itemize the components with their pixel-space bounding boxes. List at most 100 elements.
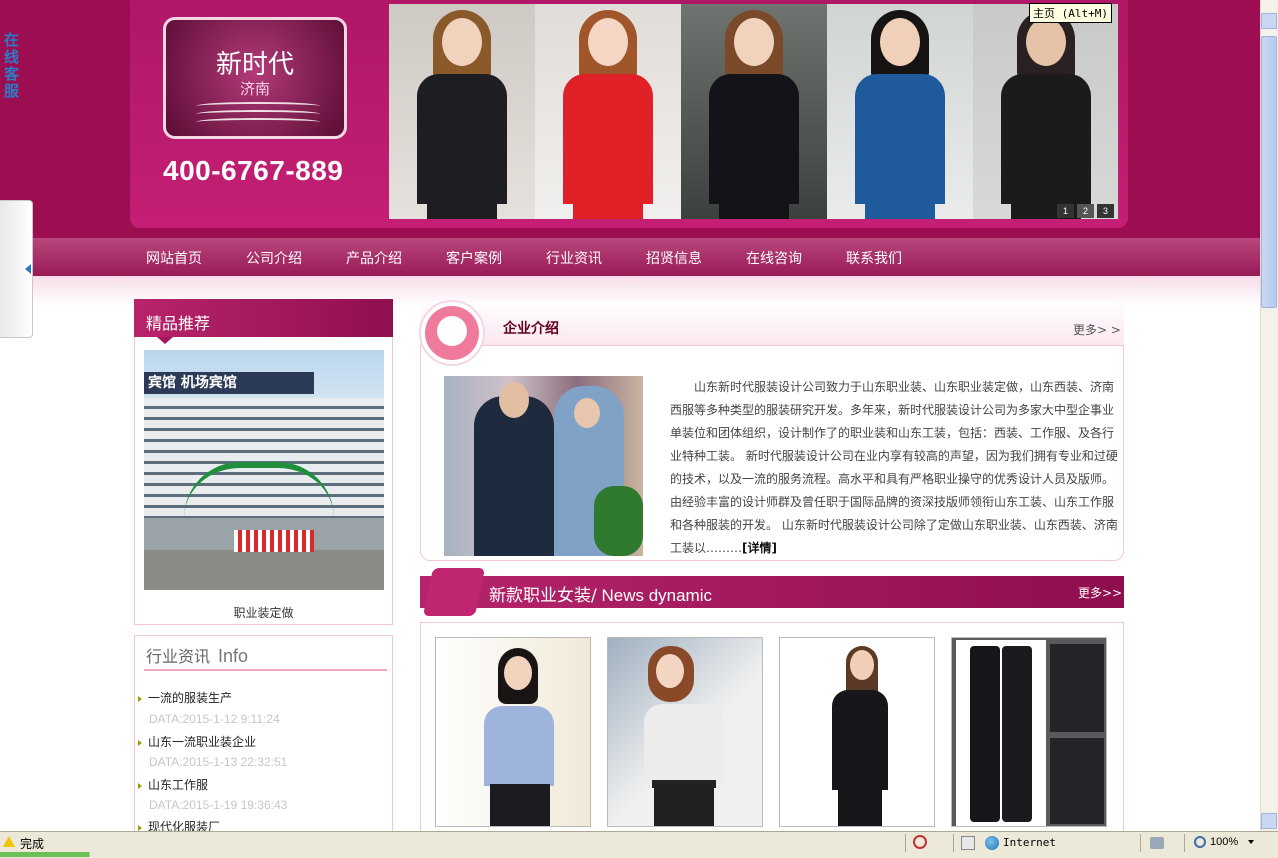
intro-text: 山东新时代服装设计公司致力于山东职业装、山东职业装定做，山东西装、济南西服等多种… [670, 376, 1120, 560]
triangle-bullet-icon [138, 695, 142, 702]
news-title: 山东一流职业装企业 [148, 735, 257, 749]
intro-body: 山东新时代服装设计公司致力于山东职业装、山东职业装定做，山东西装、济南西服等多种… [670, 380, 1118, 555]
scroll-down-button[interactable] [1261, 813, 1277, 829]
intro-title: 企业介绍 [503, 321, 559, 337]
nav-item-home[interactable]: 网站首页 [146, 238, 202, 276]
privacy-icon[interactable] [913, 835, 927, 849]
product-thumbnail[interactable] [607, 637, 763, 827]
logo-wave [196, 110, 320, 118]
news-link[interactable]: 山东工作服 [138, 776, 208, 793]
intro-man [474, 396, 554, 556]
nav-item-products[interactable]: 产品介绍 [346, 238, 402, 276]
logo-subtext: 济南 [239, 80, 270, 98]
hotel-sign-text: 宾馆 机场宾馆 [148, 375, 237, 391]
status-separator [1184, 834, 1185, 852]
new-products-title-cn: 新款职业女装/ [489, 586, 597, 606]
header-pointer [157, 337, 173, 344]
banner-slideshow[interactable] [389, 4, 1118, 219]
product-shirt [644, 704, 724, 784]
banner-photo [973, 4, 1118, 219]
security-zone[interactable]: Internet [1003, 836, 1056, 849]
recommend-title: 精品推荐 [146, 314, 211, 333]
banner-photo [681, 4, 827, 219]
intro-photo [444, 376, 643, 556]
slide-number-2[interactable]: 2 [1077, 204, 1094, 218]
slide-number-1[interactable]: 1 [1057, 204, 1074, 218]
product-thumbnail[interactable] [435, 637, 591, 827]
product-detail-1 [1050, 644, 1104, 732]
progress-strip [0, 852, 1278, 857]
nav-item-consult[interactable]: 在线咨询 [746, 238, 802, 276]
new-products-title: 新款职业女装/ News dynamic [489, 581, 712, 606]
product-skirt [654, 788, 714, 826]
cartoon-face-icon [437, 316, 467, 346]
news-link[interactable]: 一流的服装生产 [138, 689, 232, 706]
banner-photo [389, 4, 535, 219]
product-trouser-leg [1002, 646, 1032, 822]
nav-items: 网站首页 公司介绍 产品介绍 客户案例 行业资讯 招贤信息 在线咨询 联系我们 [130, 238, 1128, 276]
intro-plant [594, 486, 643, 556]
intro-more-link[interactable]: 更多> > [1073, 321, 1121, 338]
product-skirt [490, 784, 550, 826]
protected-mode-icon[interactable] [1150, 837, 1164, 849]
news-title: 山东工作服 [148, 778, 209, 792]
header-tag [422, 568, 486, 616]
nav-item-about[interactable]: 公司介绍 [246, 238, 302, 276]
zoom-level[interactable]: 100% [1210, 836, 1238, 848]
info-title-en: Info [218, 646, 249, 666]
product-face [850, 650, 874, 680]
logo-text: 新时代 [215, 50, 294, 80]
hotline-phone: 400-6767-889 [163, 155, 344, 186]
product-trouser-leg [970, 646, 1000, 822]
tooltip: 主页 (Alt+M) [1029, 3, 1112, 23]
slide-pagination: 123 [1054, 203, 1114, 218]
product-face [504, 656, 532, 690]
globe-icon [985, 836, 999, 850]
nav-item-contact[interactable]: 联系我们 [846, 238, 902, 276]
warning-icon [3, 836, 15, 847]
recommend-image[interactable]: 宾馆 机场宾馆 [144, 350, 384, 590]
product-belt [652, 780, 716, 788]
product-shirt [484, 706, 554, 786]
slide-number-3[interactable]: 3 [1097, 204, 1114, 218]
news-link[interactable]: 山东一流职业装企业 [138, 733, 256, 750]
banner-photo [827, 4, 973, 219]
nav-item-cases[interactable]: 客户案例 [446, 238, 502, 276]
online-service-label: 在线客服 [4, 31, 20, 100]
status-separator [905, 834, 906, 852]
recommend-caption[interactable]: 职业装定做 [134, 604, 393, 621]
status-text: 完成 [20, 837, 45, 851]
scroll-up-button[interactable] [1261, 13, 1277, 29]
new-products-title-en: News dynamic [596, 586, 712, 605]
news-title: 一流的服装生产 [148, 691, 233, 705]
product-face [656, 654, 684, 688]
triangle-bullet-icon [138, 782, 142, 789]
new-products-more-link[interactable]: 更多>> [1078, 584, 1122, 601]
arrow-left-icon [25, 264, 31, 274]
chevron-down-icon[interactable] [1248, 840, 1254, 844]
logo-wave [196, 102, 320, 110]
intro-woman-face [574, 398, 600, 428]
blocked-icon[interactable] [961, 836, 975, 850]
banner-photo [535, 4, 681, 219]
product-suit [832, 690, 888, 790]
intro-man-head [499, 382, 529, 418]
status-separator [953, 834, 954, 852]
news-date: DATA:2015-1-12 9:11:24 [149, 712, 280, 726]
scroll-thumb[interactable] [1261, 36, 1277, 308]
triangle-bullet-icon [138, 824, 142, 831]
product-skirt [838, 788, 882, 826]
logo-wave [196, 118, 320, 126]
news-date: DATA:2015-1-13 22:32:51 [149, 755, 288, 769]
intro-detail-link[interactable]: [详情] [742, 541, 777, 555]
product-detail-2 [1050, 738, 1104, 824]
hotel-ground [144, 550, 384, 590]
divider [144, 669, 387, 671]
nav-item-jobs[interactable]: 招贤信息 [646, 238, 702, 276]
nav-item-news[interactable]: 行业资讯 [546, 238, 602, 276]
triangle-bullet-icon [138, 739, 142, 746]
product-thumbnail[interactable] [779, 637, 935, 827]
zoom-icon [1194, 836, 1206, 848]
product-thumbnail[interactable] [951, 637, 1107, 827]
site-logo[interactable]: 新时代 济南 [163, 17, 347, 139]
